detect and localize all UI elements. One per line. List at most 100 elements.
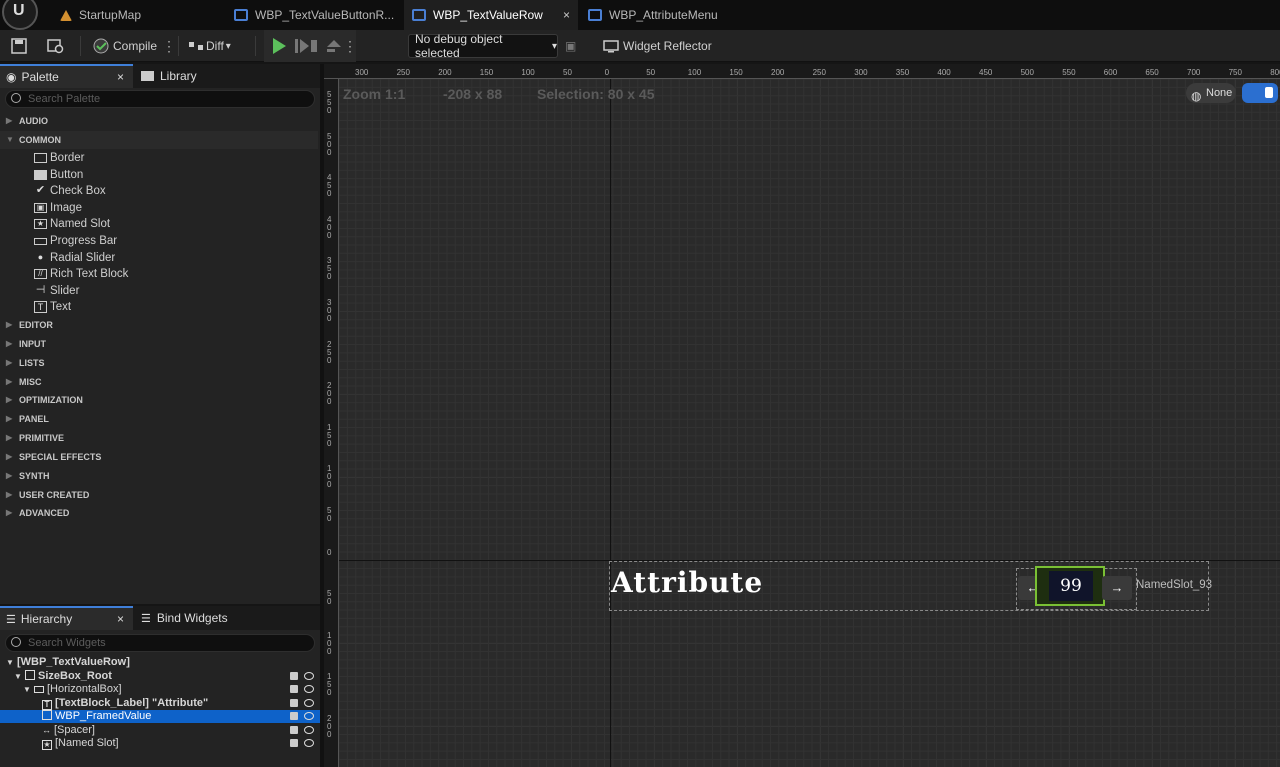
category-user-created[interactable]: ▶ USER CREATED xyxy=(0,486,318,504)
progress-bar-icon xyxy=(34,237,47,245)
tab-palette[interactable]: ◉ Palette × xyxy=(0,64,133,88)
tree-row-sizebox-root[interactable]: ▼ SizeBox_Root xyxy=(0,670,320,683)
tab-wbp-attributemenu[interactable]: WBP_AttributeMenu xyxy=(580,0,750,30)
tree-row-named-slot[interactable]: ★ [Named Slot] xyxy=(0,737,320,750)
palette-item-radial-slider[interactable]: ● Radial Slider xyxy=(34,250,115,266)
framed-value-widget[interactable]: 99 xyxy=(1035,566,1105,606)
stop-icon[interactable] xyxy=(310,40,318,52)
hierarchy-search-input[interactable]: Search Widgets xyxy=(5,634,315,652)
palette-item-slider[interactable]: ⊣ Slider xyxy=(34,283,80,299)
category-panel[interactable]: ▶ PANEL xyxy=(0,410,318,428)
palette-item-image[interactable]: ▣ Image xyxy=(34,200,82,216)
ruler-tick-label: 250 xyxy=(327,339,332,365)
diff-button[interactable]: Diff ▾ xyxy=(188,30,231,62)
ruler-tick-label: 0 xyxy=(327,547,332,557)
tree-row-textblock-label[interactable]: T [TextBlock_Label] "Attribute" xyxy=(0,697,320,710)
palette-search-input[interactable]: Search Palette xyxy=(5,90,315,108)
lock-icon[interactable] xyxy=(290,699,298,707)
category-primitive[interactable]: ▶ PRIMITIVE xyxy=(0,429,318,447)
ruler-tick-label: 100 xyxy=(521,68,535,77)
dpi-preview-button[interactable]: ◍ None xyxy=(1186,83,1236,103)
palette-item-checkbox[interactable]: ✔ Check Box xyxy=(34,183,106,199)
eye-icon[interactable] xyxy=(304,726,314,734)
ruler-tick-label: 600 xyxy=(1103,68,1118,77)
palette-item-named-slot[interactable]: ★ Named Slot xyxy=(34,216,110,232)
play-icon[interactable] xyxy=(273,38,286,54)
palette-item-rich-text-block[interactable]: //Rich Text Block xyxy=(34,266,128,282)
tab-library[interactable]: Library xyxy=(135,64,255,88)
category-synth[interactable]: ▶ SYNTH xyxy=(0,467,318,485)
close-icon[interactable]: × xyxy=(563,8,570,22)
play-controls: ⋮ xyxy=(264,30,357,62)
increase-arrow-button[interactable]: → xyxy=(1102,576,1132,600)
ruler-tick-label: 400 xyxy=(937,68,951,77)
eye-icon[interactable] xyxy=(304,672,314,680)
ruler-tick-label: 350 xyxy=(327,256,332,282)
browse-icon[interactable] xyxy=(47,30,65,62)
ruler-tick-label: 100 xyxy=(327,630,332,656)
save-icon[interactable] xyxy=(11,30,27,62)
category-optimization[interactable]: ▶ OPTIMIZATION xyxy=(0,391,318,409)
tree-row-horizontalbox[interactable]: ▼ [HorizontalBox] xyxy=(0,683,320,696)
named-slot-label[interactable]: NamedSlot_93 xyxy=(1136,579,1212,591)
category-audio[interactable]: ▶ AUDIO xyxy=(0,112,318,130)
palette-tabs: ◉ Palette × Library xyxy=(0,64,320,88)
category-input[interactable]: ▶ INPUT xyxy=(0,335,318,353)
close-icon[interactable]: × xyxy=(117,612,124,626)
category-advanced[interactable]: ▶ ADVANCED xyxy=(0,504,318,522)
tree-row-spacer[interactable]: ↔ [Spacer] xyxy=(0,724,320,737)
designer-canvas[interactable] xyxy=(324,64,1280,767)
lock-icon[interactable] xyxy=(290,726,298,734)
compile-options-icon[interactable]: ⋮ xyxy=(162,30,176,62)
lock-icon[interactable] xyxy=(290,712,298,720)
radial-slider-icon: ● xyxy=(37,252,44,262)
category-lists[interactable]: ▶ LISTS xyxy=(0,354,318,372)
tab-hierarchy[interactable]: ☰ Hierarchy × xyxy=(0,606,133,630)
tab-startupmap[interactable]: StartupMap xyxy=(52,0,222,30)
eye-icon[interactable] xyxy=(304,739,314,747)
tab-wbp-textvaluebutton[interactable]: WBP_TextValueButtonR... xyxy=(226,0,402,30)
ruler-tick-label: 200 xyxy=(771,68,785,77)
palette-item-button[interactable]: Button xyxy=(34,167,83,183)
tree-row-wbp-framedvalue[interactable]: WBP_FramedValue xyxy=(0,710,320,723)
tree-row-root[interactable]: ▼ [WBP_TextValueRow] xyxy=(0,656,320,669)
border-icon xyxy=(34,153,47,163)
lock-icon[interactable] xyxy=(290,685,298,693)
chevron-down-icon: ▼ xyxy=(23,685,31,694)
debug-object-select[interactable]: No debug object selected ▾ xyxy=(408,32,558,60)
spacer-icon: ↔ xyxy=(42,725,51,735)
ruler-tick-label: 550 xyxy=(1062,68,1076,77)
category-editor[interactable]: ▶ EDITOR xyxy=(0,316,318,334)
palette-item-text[interactable]: T Text xyxy=(34,299,71,315)
debug-browse-icon[interactable]: ▣ xyxy=(565,30,576,62)
eye-icon[interactable] xyxy=(304,699,314,707)
lock-icon[interactable] xyxy=(290,672,298,680)
attribute-label-text[interactable]: Attribute xyxy=(611,566,763,599)
value-text: 99 xyxy=(1049,571,1093,601)
play-options-icon[interactable]: ⋮ xyxy=(343,38,357,55)
close-icon[interactable]: × xyxy=(117,70,124,84)
compile-check-icon xyxy=(93,38,109,54)
unreal-logo-icon[interactable]: U xyxy=(2,0,38,30)
lock-icon[interactable] xyxy=(290,739,298,747)
eye-icon[interactable] xyxy=(304,685,314,693)
chevron-right-icon: ▶ xyxy=(6,320,13,329)
eye-icon[interactable] xyxy=(304,712,314,720)
widget-blueprint-icon xyxy=(234,9,248,21)
ruler-tick-label: 700 xyxy=(1187,68,1201,77)
category-common[interactable]: ▼ COMMON xyxy=(0,131,318,149)
step-icon[interactable] xyxy=(295,39,309,53)
palette-item-border[interactable]: Border xyxy=(34,150,85,166)
compile-button[interactable]: Compile xyxy=(92,30,157,62)
tab-wbp-textvaluerow[interactable]: WBP_TextValueRow × xyxy=(404,0,578,30)
lock-toggle[interactable] xyxy=(1242,83,1278,103)
category-special-effects[interactable]: ▶ SPECIAL EFFECTS xyxy=(0,448,318,466)
tab-bind-widgets[interactable]: ☰ Bind Widgets xyxy=(135,606,265,630)
named-slot-icon: ★ xyxy=(42,740,52,750)
eject-icon[interactable] xyxy=(327,40,342,52)
ruler-tick-label: 100 xyxy=(687,68,702,77)
widget-reflector-button[interactable]: Widget Reflector xyxy=(603,30,712,62)
category-misc[interactable]: ▶ MISC xyxy=(0,373,318,391)
palette-item-progress-bar[interactable]: Progress Bar xyxy=(34,233,117,249)
chevron-down-icon: ▾ xyxy=(225,40,231,52)
